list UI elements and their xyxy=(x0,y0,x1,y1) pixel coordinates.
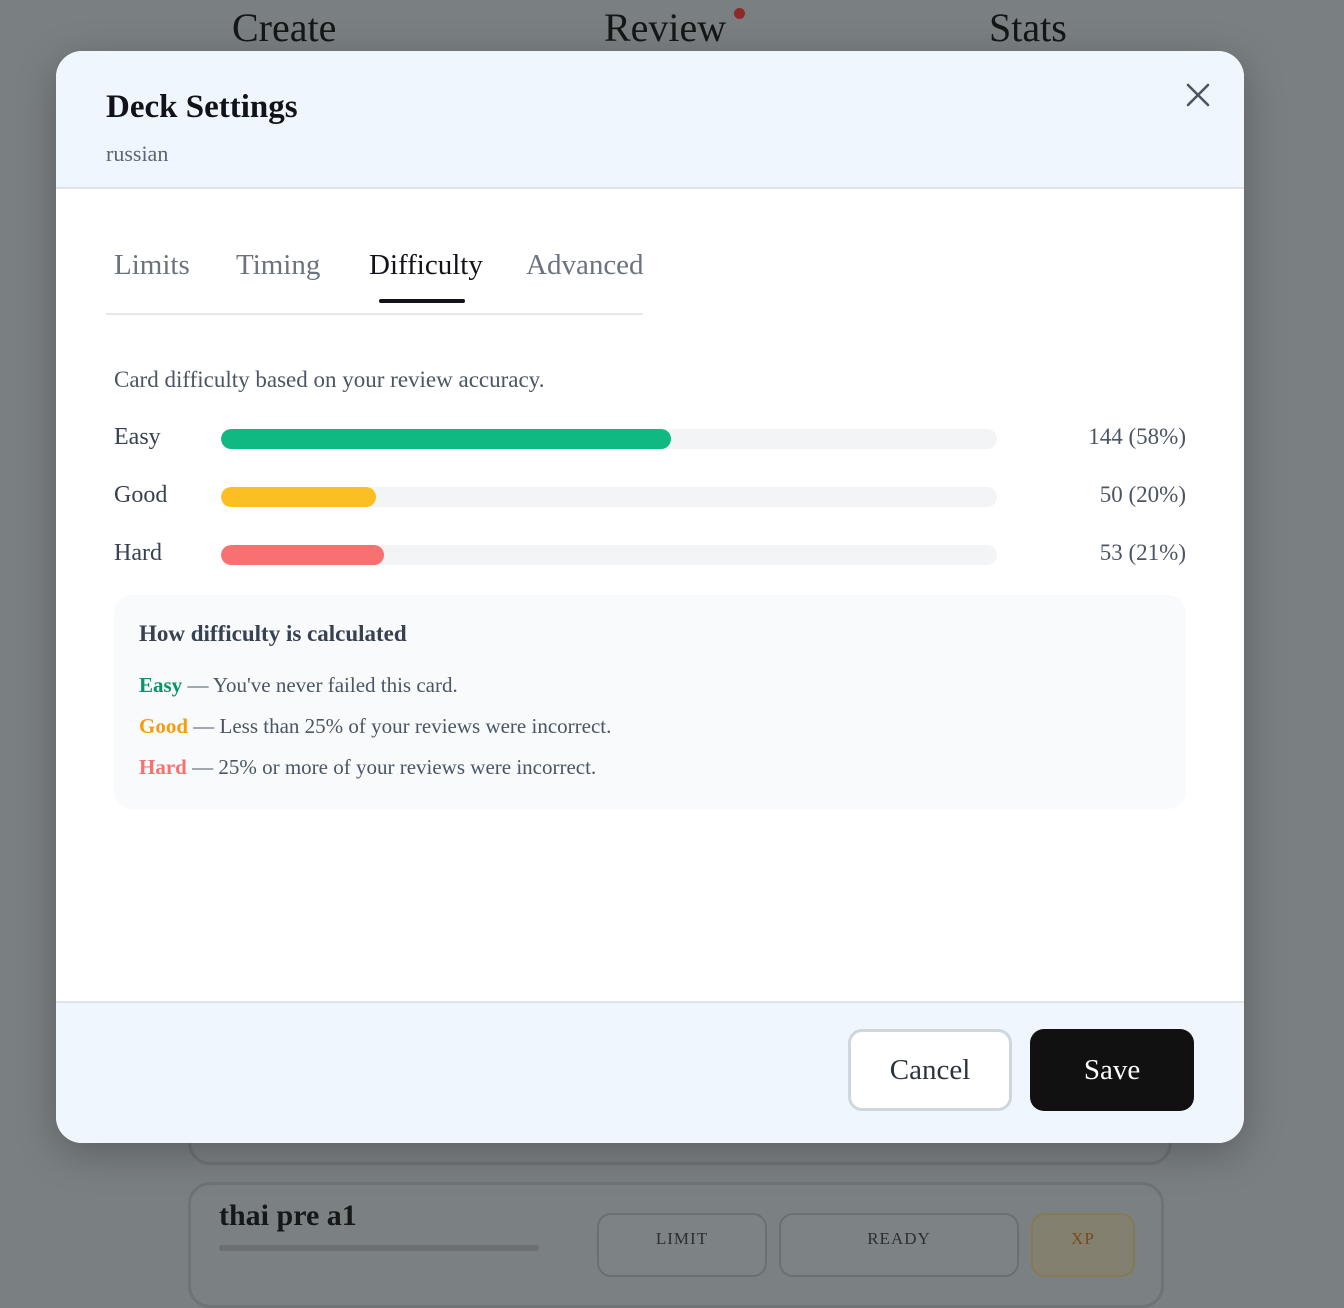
info-line-easy: Easy — You've never failed this card. xyxy=(139,673,458,698)
info-line-hard: Hard — 25% or more of your reviews were … xyxy=(139,755,596,780)
difficulty-label: Good xyxy=(114,482,168,508)
tab-timing[interactable]: Timing xyxy=(236,249,320,282)
close-button[interactable] xyxy=(1180,77,1216,113)
settings-tabs: Limits Timing Difficulty Advanced xyxy=(106,247,644,315)
progress-fill-good xyxy=(221,487,377,507)
difficulty-count: 50 (20%) xyxy=(1099,482,1186,507)
deck-settings-modal: Deck Settings russian Limits Timing Diff… xyxy=(56,51,1244,1143)
progress-track xyxy=(221,429,997,449)
active-tab-indicator xyxy=(379,299,465,303)
deck-card-title: thai pre a1 xyxy=(219,1199,357,1232)
modal-title: Deck Settings xyxy=(106,89,298,125)
ready-button[interactable]: READY xyxy=(779,1213,1019,1277)
cancel-button[interactable]: Cancel xyxy=(848,1029,1012,1111)
difficulty-row-easy: Easy 144 (58%) xyxy=(114,424,1186,454)
tab-difficulty[interactable]: Difficulty xyxy=(369,249,483,282)
nav-create[interactable]: Create xyxy=(232,4,336,51)
info-text: — Less than 25% of your reviews were inc… xyxy=(188,714,612,738)
info-title: How difficulty is calculated xyxy=(139,621,407,646)
info-term: Hard xyxy=(139,755,187,779)
notification-dot xyxy=(734,8,745,19)
progress-fill-hard xyxy=(221,545,384,565)
progress-track xyxy=(221,545,997,565)
info-term: Easy xyxy=(139,673,183,697)
nav-stats[interactable]: Stats xyxy=(989,4,1067,51)
deck-card: thai pre a1 LIMIT READY XP xyxy=(188,1182,1164,1308)
info-line-good: Good — Less than 25% of your reviews wer… xyxy=(139,714,611,739)
difficulty-label: Easy xyxy=(114,424,161,450)
difficulty-row-hard: Hard 53 (21%) xyxy=(114,540,1186,570)
xp-badge: XP xyxy=(1031,1213,1135,1277)
difficulty-description: Card difficulty based on your review acc… xyxy=(114,367,545,392)
deck-name: russian xyxy=(106,141,169,166)
tab-advanced[interactable]: Advanced xyxy=(526,249,644,282)
save-button[interactable]: Save xyxy=(1030,1029,1194,1111)
info-text: — 25% or more of your reviews were incor… xyxy=(186,755,597,779)
info-text: — You've never failed this card. xyxy=(182,673,458,697)
close-icon xyxy=(1186,83,1210,107)
modal-header: Deck Settings russian xyxy=(56,51,1244,189)
top-nav: Create Review Stats xyxy=(0,0,1344,52)
tab-limits[interactable]: Limits xyxy=(114,249,190,282)
progress-fill-easy xyxy=(221,429,672,449)
difficulty-info-box: How difficulty is calculated Easy — You'… xyxy=(114,595,1186,809)
progress-track xyxy=(221,487,997,507)
difficulty-count: 53 (21%) xyxy=(1099,540,1186,565)
info-term: Good xyxy=(139,714,189,738)
nav-review[interactable]: Review xyxy=(604,4,726,51)
difficulty-row-good: Good 50 (20%) xyxy=(114,482,1186,512)
difficulty-count: 144 (58%) xyxy=(1088,424,1186,449)
difficulty-label: Hard xyxy=(114,540,162,566)
deck-card-subtitle xyxy=(219,1245,539,1251)
modal-footer: Cancel Save xyxy=(56,1001,1244,1143)
limit-button[interactable]: LIMIT xyxy=(597,1213,767,1277)
